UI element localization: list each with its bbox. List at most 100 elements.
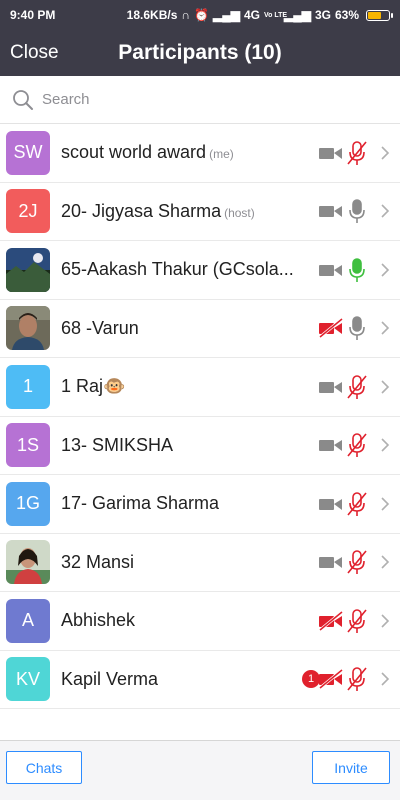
participant-name: Kapil Verma (61, 669, 158, 690)
video-off-icon[interactable] (318, 318, 346, 339)
chevron-right-icon (380, 379, 390, 395)
participant-controls (318, 315, 390, 341)
participant-name-text: 32 Mansi (61, 551, 135, 572)
participant-row[interactable]: 32 Mansi (0, 534, 400, 592)
avatar: 1S (6, 423, 50, 468)
avatar: A (6, 598, 50, 643)
chevron-right-icon (380, 320, 390, 336)
avatar-initials: SW (13, 142, 43, 163)
avatar-initials: 2J (18, 200, 38, 221)
mic-muted-icon[interactable] (346, 666, 380, 692)
chevron-right-icon (380, 145, 390, 161)
participant-list: SW scout world award (me) 2J 20- Jigyasa Sha… (0, 124, 400, 709)
participant-name-text: scout world award (61, 142, 207, 163)
chats-button[interactable]: Chats (6, 751, 82, 784)
mic-muted-icon[interactable] (346, 549, 380, 575)
battery-percent: 63% (334, 8, 359, 22)
participant-controls (318, 432, 390, 458)
video-icon[interactable] (318, 552, 346, 572)
signal-bars-icon: ▂▄▆ (213, 8, 240, 22)
participant-row[interactable]: KV Kapil Verma 1 (0, 651, 400, 709)
video-icon[interactable] (318, 494, 346, 514)
status-indicators: 18.6KB/s ∩ ⏰ ▂▄▆ 4G Vo LTE ▂▄▆ 3G 63% (126, 8, 393, 22)
participant-controls: 1 (302, 666, 390, 692)
chevron-right-icon (380, 437, 390, 453)
participant-row[interactable]: 68 -Varun (0, 300, 400, 358)
participant-controls (318, 549, 390, 575)
chevron-right-icon (380, 671, 390, 687)
network-speed: 18.6KB/s (126, 8, 178, 22)
mic-muted-icon[interactable] (346, 491, 380, 517)
header-bar: Close Participants (10) (0, 30, 400, 76)
chevron-right-icon (380, 262, 390, 278)
avatar: SW (6, 130, 50, 175)
video-icon[interactable] (318, 260, 346, 280)
participant-name: 1 Raj🐵 (61, 376, 125, 397)
video-icon[interactable] (318, 143, 346, 163)
video-icon[interactable] (318, 201, 346, 221)
participant-controls (318, 491, 390, 517)
participant-controls (318, 608, 390, 634)
chevron-right-icon (380, 554, 390, 570)
participant-name: 13- SMIKSHA (61, 435, 173, 456)
avatar-initials: 1 (22, 376, 33, 397)
status-bar: 9:40 PM 18.6KB/s ∩ ⏰ ▂▄▆ 4G Vo LTE ▂▄▆ 3… (0, 0, 400, 30)
participant-row[interactable]: 1G 17- Garima Sharma (0, 475, 400, 534)
video-icon[interactable] (318, 377, 346, 397)
avatar-initials: 1G (15, 493, 40, 514)
participant-row[interactable]: 1 1 Raj🐵 (0, 358, 400, 417)
participant-name: 65-Aakash Thakur (GCsola... (61, 259, 294, 280)
mic-muted-icon[interactable] (346, 374, 380, 400)
video-off-icon[interactable] (318, 610, 346, 631)
mic-muted-icon[interactable] (346, 432, 380, 458)
participant-name-text: Abhishek (61, 610, 136, 631)
participant-row[interactable]: A Abhishek (0, 592, 400, 651)
avatar-initials: A (21, 610, 34, 631)
avatar (6, 306, 50, 351)
signal-bars-icon-2: ▂▄▆ (283, 8, 311, 22)
video-off-icon[interactable] (318, 669, 346, 690)
participant-row[interactable]: 1S 13- SMIKSHA (0, 417, 400, 475)
page-title: Participants (10) (118, 41, 282, 64)
status-time: 9:40 PM (10, 8, 56, 22)
network-type-2: 3G (314, 8, 331, 22)
video-icon[interactable] (318, 435, 346, 455)
mic-icon[interactable] (346, 315, 380, 341)
avatar-initials: KV (15, 668, 40, 689)
participant-controls (318, 198, 390, 224)
participant-row[interactable]: 2J 20- Jigyasa Sharma (host) (0, 183, 400, 241)
avatar: 1 (6, 364, 50, 409)
mic-muted-icon[interactable] (346, 140, 380, 166)
mic-muted-icon[interactable] (346, 608, 380, 634)
participant-row[interactable]: 65-Aakash Thakur (GCsola... (0, 241, 400, 300)
search-bar[interactable] (0, 76, 400, 124)
chevron-right-icon (380, 203, 390, 219)
participant-row[interactable]: SW scout world award (me) (0, 124, 400, 183)
participant-name: Abhishek (61, 610, 135, 631)
avatar-initials: 1S (16, 434, 40, 455)
avatar (6, 247, 50, 292)
avatar: KV (6, 657, 50, 702)
avatar (6, 540, 50, 585)
participant-name-text: 20- Jigyasa Sharma (61, 200, 222, 221)
participant-controls (318, 257, 390, 283)
mic-icon[interactable] (346, 198, 380, 224)
participant-name-text: 17- Garima Sharma (61, 493, 220, 514)
invite-button[interactable]: Invite (312, 751, 390, 784)
close-button[interactable]: Close (10, 42, 59, 64)
participant-name-text: Kapil Verma (61, 668, 159, 689)
footer-bar: Chats Invite (0, 740, 400, 800)
participant-name-text: 13- SMIKSHA (61, 434, 174, 455)
participant-controls (318, 140, 390, 166)
participant-name: scout world award (me) (61, 142, 234, 163)
avatar: 1G (6, 481, 50, 526)
participant-name-text: 1 Raj🐵 (61, 376, 126, 397)
chevron-right-icon (380, 613, 390, 629)
alarm-off-icon: ⏰ (194, 8, 209, 22)
participant-role-tag: (me) (209, 147, 234, 162)
headphones-icon: ∩ (181, 8, 191, 22)
search-icon (13, 89, 33, 110)
search-input[interactable] (42, 91, 342, 108)
participant-name-text: 65-Aakash Thakur (GCsola... (61, 259, 294, 280)
mic-icon[interactable] (346, 257, 380, 283)
